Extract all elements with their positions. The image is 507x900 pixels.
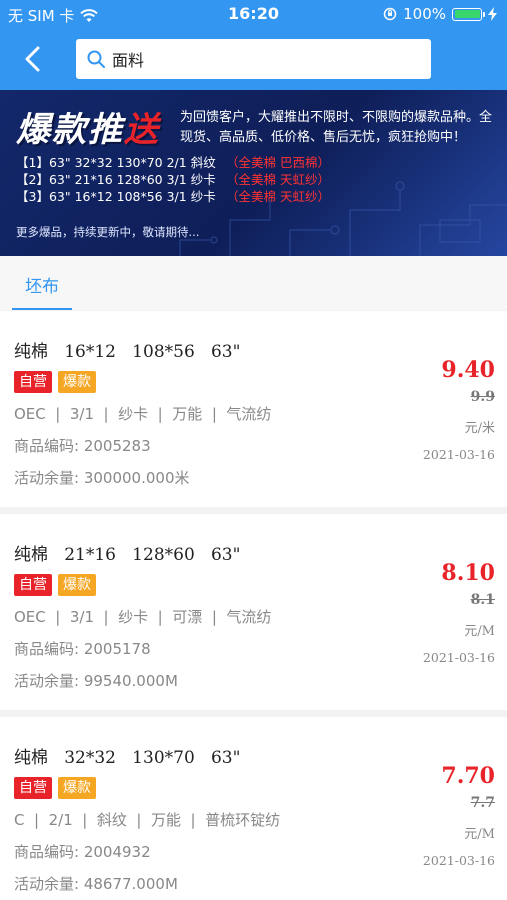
product-badges: 自营 爆款 <box>14 574 96 596</box>
battery-percent: 100% <box>403 5 446 23</box>
product-card[interactable]: 纯棉 16*12 108*56 63" 自营 爆款 OEC | 3/1 | 纱卡… <box>0 311 507 507</box>
product-badges: 自营 爆款 <box>14 371 96 393</box>
product-code: 商品编码: 2005178 <box>14 640 151 658</box>
product-date: 2021-03-16 <box>422 447 495 462</box>
banner-description: 为回馈客户，大耀推出不限时、不限购的爆款品种。全现货、高品质、低价格、售后无忧，… <box>180 110 493 145</box>
product-title: 纯棉 16*12 108*56 63" <box>14 342 241 362</box>
self-operated-badge: 自营 <box>14 574 52 596</box>
product-original-price: 7.7 <box>470 795 495 811</box>
tab-indicator <box>12 308 72 310</box>
product-code: 商品编码: 2004932 <box>14 843 151 861</box>
banner-item: 【3】63" 16*12 108*56 3/1 纱卡 （全美棉 天虹纱） <box>16 189 330 204</box>
status-bar: 无 SIM 卡 16:20 100% <box>0 0 507 28</box>
product-price: 7.70 <box>441 763 495 789</box>
product-title: 纯棉 21*16 128*60 63" <box>14 545 241 565</box>
self-operated-badge: 自营 <box>14 371 52 393</box>
nav-bar: 面料 <box>0 28 507 90</box>
product-card[interactable]: 纯棉 21*16 128*60 63" 自营 爆款 OEC | 3/1 | 纱卡… <box>0 514 507 710</box>
product-attributes: C | 2/1 | 斜纹 | 万能 | 普梳环锭纺 <box>14 811 281 829</box>
product-stock: 活动余量: 300000.000米 <box>14 469 190 487</box>
product-price: 9.40 <box>441 357 495 383</box>
battery-icon <box>452 7 485 21</box>
banner-more-text: 更多爆品，持续更新中，敬请期待... <box>16 225 200 239</box>
tab-bar: 坯布 <box>0 256 507 310</box>
hot-item-badge: 爆款 <box>58 371 96 393</box>
back-arrow-icon[interactable] <box>20 44 46 74</box>
product-badges: 自营 爆款 <box>14 777 96 799</box>
product-title: 纯棉 32*32 130*70 63" <box>14 748 241 768</box>
search-icon <box>87 50 105 68</box>
banner-item: 【2】63" 21*16 128*60 3/1 纱卡 （全美棉 天虹纱） <box>16 172 330 187</box>
product-stock: 活动余量: 48677.000M <box>14 875 178 893</box>
product-card[interactable]: 纯棉 32*32 130*70 63" 自营 爆款 C | 2/1 | 斜纹 |… <box>0 717 507 900</box>
product-date: 2021-03-16 <box>422 650 495 665</box>
search-input[interactable]: 面料 <box>76 39 431 79</box>
self-operated-badge: 自营 <box>14 777 52 799</box>
product-attributes: OEC | 3/1 | 纱卡 | 可漂 | 气流纺 <box>14 608 272 626</box>
product-stock: 活动余量: 99540.000M <box>14 672 178 690</box>
charging-icon <box>488 7 497 21</box>
product-unit: 元/M <box>464 827 495 842</box>
banner-item-list: 【1】63" 32*32 130*70 2/1 斜纹 （全美棉 巴西棉） 【2】6… <box>16 154 330 205</box>
product-unit: 元/米 <box>464 421 495 436</box>
hot-item-badge: 爆款 <box>58 574 96 596</box>
status-right: 100% <box>383 5 497 23</box>
product-code: 商品编码: 2005283 <box>14 437 151 455</box>
product-original-price: 8.1 <box>470 592 495 608</box>
product-date: 2021-03-16 <box>422 853 495 868</box>
product-price: 8.10 <box>441 560 495 586</box>
search-value: 面料 <box>112 51 145 70</box>
product-original-price: 9.9 <box>470 389 495 405</box>
tab-greige[interactable]: 坯布 <box>14 256 70 310</box>
hot-item-badge: 爆款 <box>58 777 96 799</box>
product-unit: 元/M <box>464 624 495 639</box>
banner-item: 【1】63" 32*32 130*70 2/1 斜纹 （全美棉 巴西棉） <box>16 155 330 170</box>
banner-title: 爆款推送 <box>16 110 160 150</box>
orientation-lock-icon <box>383 7 397 21</box>
promo-banner[interactable]: 爆款推送 为回馈客户，大耀推出不限时、不限购的爆款品种。全现货、高品质、低价格、… <box>0 90 507 256</box>
product-attributes: OEC | 3/1 | 纱卡 | 万能 | 气流纺 <box>14 405 272 423</box>
